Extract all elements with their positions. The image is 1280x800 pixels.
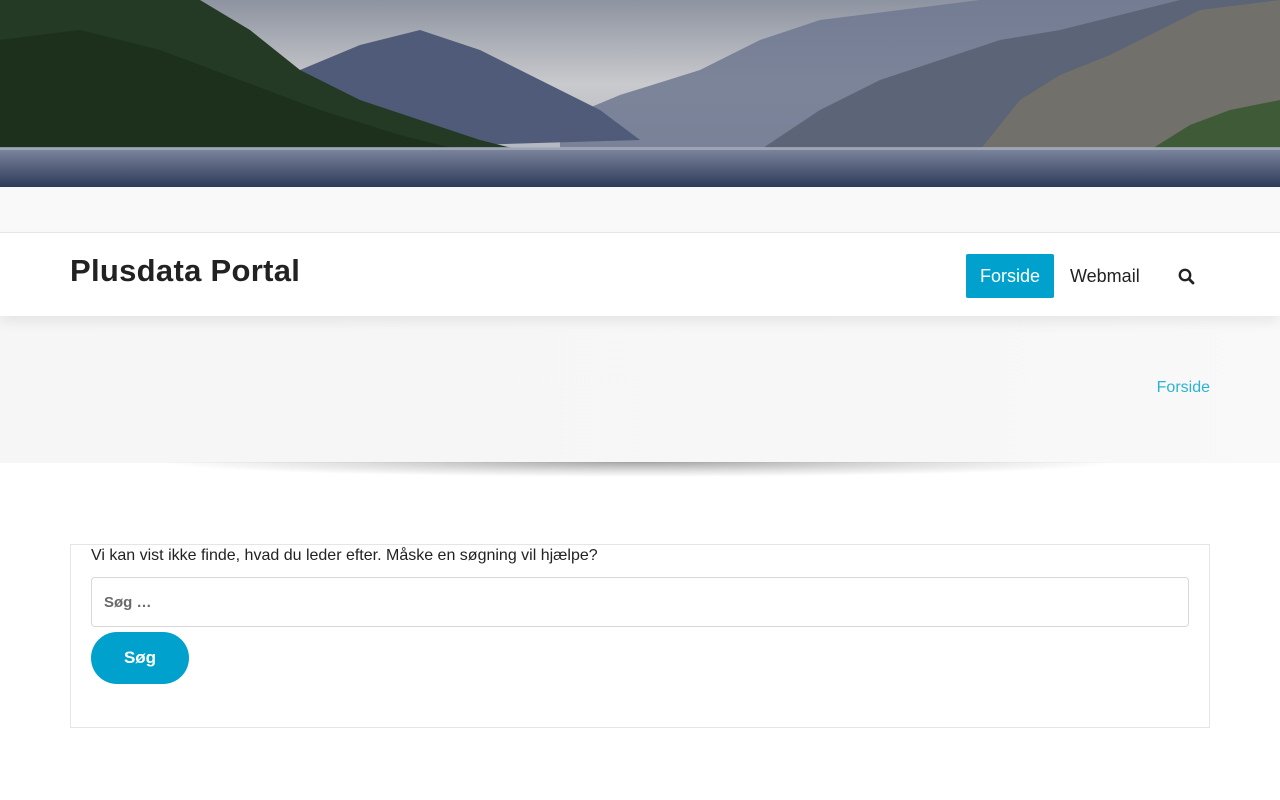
band-shadow-divider [0, 462, 1280, 482]
header-banner-image [0, 0, 1280, 187]
site-title[interactable]: Plusdata Portal [70, 253, 300, 289]
search-content-box: Vi kan vist ikke finde, hvad du leder ef… [70, 544, 1210, 728]
search-input[interactable] [91, 577, 1189, 627]
nav-item-forside[interactable]: Forside [966, 254, 1055, 298]
main-navbar: Plusdata Portal Forside Webmail [0, 233, 1280, 316]
search-icon[interactable] [1176, 266, 1198, 288]
not-found-message: Vi kan vist ikke finde, hvad du leder ef… [91, 547, 598, 564]
nav-item-webmail[interactable]: Webmail [1056, 254, 1154, 298]
top-strip [0, 187, 1280, 233]
search-button[interactable]: Søg [91, 632, 189, 684]
page-title-band: Forside [0, 316, 1280, 463]
breadcrumb-forside[interactable]: Forside [1157, 379, 1210, 397]
